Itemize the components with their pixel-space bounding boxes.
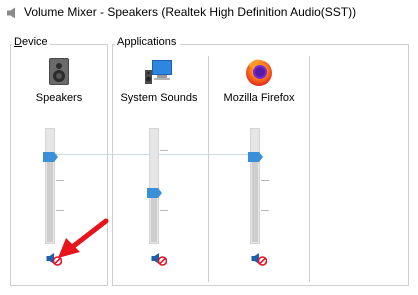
volume-thumb-firefox[interactable] (248, 149, 263, 162)
volume-thumb-speakers[interactable] (43, 149, 58, 162)
channel-label: Speakers (35, 92, 83, 104)
slider-tick (160, 150, 168, 151)
apps-right-border (408, 44, 409, 286)
system-sounds-icon (143, 56, 175, 88)
slider-tick (160, 210, 168, 211)
device-top-border-right (50, 44, 107, 45)
mute-button-firefox[interactable] (251, 252, 267, 266)
slider-tick (56, 180, 64, 181)
channel-system-sounds: System Sounds (111, 52, 207, 282)
device-section-label: Device (14, 36, 48, 48)
volume-thumb-system-sounds[interactable] (147, 185, 162, 198)
firefox-icon (243, 56, 275, 88)
speaker-device-icon (43, 56, 75, 88)
channel-divider (208, 56, 209, 282)
volume-fill (252, 155, 258, 242)
apps-top-border-right (180, 44, 408, 45)
slider-tick (261, 180, 269, 181)
channel-label: System Sounds (120, 92, 198, 104)
volume-fill (151, 191, 157, 242)
slider-tick (56, 210, 64, 211)
applications-section-label: Applications (117, 36, 177, 48)
volume-slider-firefox[interactable] (250, 128, 260, 244)
red-pointer-arrow-icon (52, 218, 112, 262)
speaker-icon (6, 6, 20, 20)
apps-bottom-border (112, 285, 409, 286)
channel-label: Mozilla Firefox (223, 92, 295, 104)
slider-tick (261, 210, 269, 211)
muted-speaker-icon (151, 252, 167, 266)
mute-button-system-sounds[interactable] (151, 252, 167, 266)
channel-divider (309, 56, 310, 282)
device-bottom-border (10, 285, 108, 286)
muted-speaker-icon (251, 252, 267, 266)
window-title: Volume Mixer - Speakers (Realtek High De… (24, 5, 357, 19)
title-bar: Volume Mixer - Speakers (Realtek High De… (0, 0, 418, 26)
